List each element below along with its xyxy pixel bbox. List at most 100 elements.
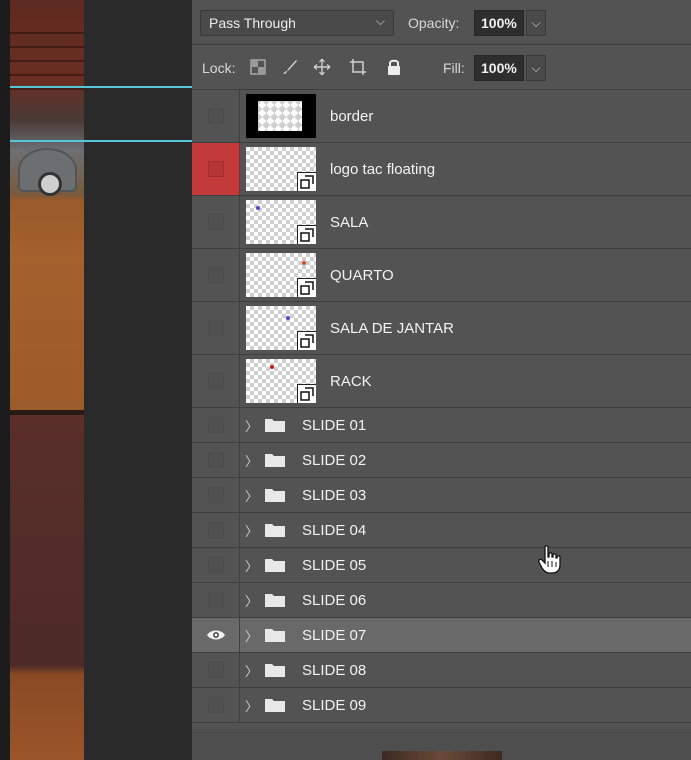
visibility-toggle[interactable] — [192, 302, 240, 354]
layer-row[interactable]: border — [192, 90, 691, 143]
layer-name[interactable]: border — [330, 90, 373, 142]
visibility-box — [207, 161, 224, 177]
lock-position-icon[interactable] — [312, 57, 332, 77]
layer-name[interactable]: SALA — [330, 196, 368, 248]
layer-row[interactable]: SALA DE JANTAR — [192, 302, 691, 355]
group-row[interactable]: 〉 SLIDE 05 — [192, 548, 691, 583]
folder-icon — [264, 557, 286, 573]
document-canvas[interactable] — [0, 0, 192, 760]
group-name[interactable]: SLIDE 04 — [302, 513, 366, 547]
chevron-right-icon[interactable]: 〉 — [245, 688, 258, 722]
shelf-edge — [10, 410, 84, 415]
visibility-toggle[interactable] — [192, 443, 240, 477]
visibility-box — [207, 320, 224, 336]
group-row[interactable]: 〉 SLIDE 02 — [192, 443, 691, 478]
visibility-toggle[interactable] — [192, 90, 240, 142]
visibility-toggle[interactable] — [192, 355, 240, 407]
eye-icon — [206, 629, 226, 641]
layer-name[interactable]: RACK — [330, 355, 372, 407]
visibility-toggle[interactable] — [192, 478, 240, 512]
visibility-box — [207, 522, 224, 538]
layer-row[interactable]: RACK — [192, 355, 691, 408]
visibility-box — [207, 487, 224, 503]
group-name[interactable]: SLIDE 03 — [302, 478, 366, 512]
lock-transparency-icon[interactable] — [248, 57, 268, 77]
folder-icon — [264, 627, 286, 643]
layer-row[interactable]: logo tac floating — [192, 143, 691, 196]
visibility-box — [207, 592, 224, 608]
visibility-box — [207, 214, 224, 230]
visibility-toggle[interactable] — [192, 143, 240, 195]
folder-icon — [264, 592, 286, 608]
chevron-right-icon[interactable]: 〉 — [245, 408, 258, 442]
fill-dropdown-button[interactable]: ⌵ — [526, 55, 546, 81]
folder-icon — [264, 452, 286, 468]
opacity-dropdown-button[interactable]: ⌵ — [526, 10, 546, 36]
group-row[interactable]: 〉 SLIDE 08 — [192, 653, 691, 688]
lock-image-pixels-icon[interactable] — [280, 57, 300, 77]
group-name[interactable]: SLIDE 01 — [302, 408, 366, 442]
chevron-right-icon[interactable]: 〉 — [245, 513, 258, 547]
fill-field[interactable]: 100% — [474, 55, 524, 81]
visibility-toggle[interactable] — [192, 408, 240, 442]
guide-line-bottom[interactable] — [10, 140, 192, 142]
chevron-right-icon[interactable]: 〉 — [245, 548, 258, 582]
smart-object-badge-icon — [297, 331, 316, 350]
layer-row[interactable]: QUARTO — [192, 249, 691, 302]
visibility-toggle[interactable] — [192, 618, 240, 652]
visibility-box — [207, 452, 224, 468]
group-name[interactable]: SLIDE 09 — [302, 688, 366, 722]
chevron-right-icon[interactable]: 〉 — [245, 478, 258, 512]
group-row[interactable]: 〉 SLIDE 09 — [192, 688, 691, 723]
folder-icon — [264, 697, 286, 713]
smart-object-badge-icon — [297, 225, 316, 244]
chevron-right-icon[interactable]: 〉 — [245, 618, 258, 652]
visibility-toggle[interactable] — [192, 513, 240, 547]
chevron-down-icon: ⌵ — [531, 60, 541, 75]
layer-thumbnail — [246, 94, 316, 138]
lock-all-icon[interactable] — [384, 57, 404, 77]
guide-line-top[interactable] — [10, 86, 192, 88]
group-row[interactable]: 〉 SLIDE 03 — [192, 478, 691, 513]
group-name[interactable]: SLIDE 02 — [302, 443, 366, 477]
group-name[interactable]: SLIDE 05 — [302, 548, 366, 582]
canvas-artwork — [10, 0, 84, 760]
layer-name[interactable]: logo tac floating — [330, 143, 435, 195]
group-row[interactable]: 〉 SLIDE 06 — [192, 583, 691, 618]
canvas-peek — [382, 751, 502, 760]
visibility-box — [207, 267, 224, 283]
visibility-toggle[interactable] — [192, 196, 240, 248]
chevron-right-icon[interactable]: 〉 — [245, 443, 258, 477]
brick-wall-texture — [10, 30, 84, 90]
group-row[interactable]: 〉 SLIDE 01 — [192, 408, 691, 443]
opacity-field[interactable]: 100% — [474, 10, 524, 36]
visibility-box — [207, 108, 224, 124]
thumbnail-dot — [286, 316, 290, 320]
visibility-toggle[interactable] — [192, 548, 240, 582]
chevron-right-icon[interactable]: 〉 — [245, 653, 258, 687]
opacity-label: Opacity: — [408, 15, 460, 31]
layers-panel-empty-area[interactable] — [192, 729, 691, 760]
group-name[interactable]: SLIDE 08 — [302, 653, 366, 687]
visibility-toggle[interactable] — [192, 688, 240, 722]
visibility-box — [207, 557, 224, 573]
visibility-toggle[interactable] — [192, 249, 240, 301]
transparency-checker — [258, 101, 302, 131]
layer-row[interactable]: SALA — [192, 196, 691, 249]
lock-artboard-icon[interactable] — [348, 57, 368, 77]
folder-icon — [264, 522, 286, 538]
layer-thumbnail — [246, 253, 316, 297]
blend-mode-select[interactable]: Pass Through ⌵ — [200, 10, 394, 36]
group-name[interactable]: SLIDE 06 — [302, 583, 366, 617]
layer-thumbnail — [246, 359, 316, 403]
group-row-selected[interactable]: 〉 SLIDE 07 — [192, 618, 691, 653]
layer-name[interactable]: QUARTO — [330, 249, 394, 301]
folder-icon — [264, 487, 286, 503]
group-row[interactable]: 〉 SLIDE 04 — [192, 513, 691, 548]
visibility-toggle[interactable] — [192, 653, 240, 687]
visibility-toggle[interactable] — [192, 583, 240, 617]
layer-name[interactable]: SALA DE JANTAR — [330, 302, 454, 354]
group-name[interactable]: SLIDE 07 — [302, 618, 366, 652]
visibility-box — [207, 697, 224, 713]
chevron-right-icon[interactable]: 〉 — [245, 583, 258, 617]
